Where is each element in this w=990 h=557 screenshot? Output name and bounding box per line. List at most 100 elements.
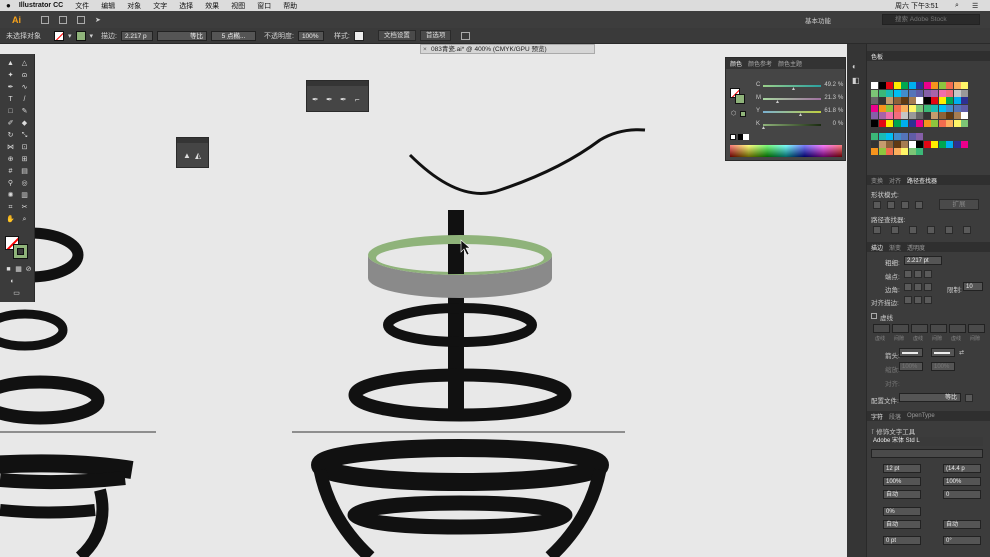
expand-button[interactable]: 扩展 [939, 199, 979, 210]
symbol-sprayer-tool-icon[interactable]: ✺ [6, 192, 15, 200]
gamut-warning-icon[interactable]: ⬡ [731, 110, 736, 117]
tab-color[interactable]: 颜色 [730, 59, 742, 68]
tab-color-themes[interactable]: 颜色主题 [778, 59, 802, 68]
dash-2[interactable] [911, 324, 928, 333]
send-icon[interactable]: ➤ [95, 16, 101, 24]
document-tab[interactable]: × 083青瓷.ai* @ 400% (CMYK/GPU 预览) [420, 44, 595, 54]
swatch-chip[interactable] [886, 82, 893, 89]
color-mode-icon[interactable]: ■ [4, 266, 13, 274]
menu-type[interactable]: 文字 [153, 1, 167, 11]
none-swatch[interactable] [730, 134, 736, 140]
divide-icon[interactable] [873, 226, 881, 234]
tab-character[interactable]: 字符 [871, 412, 883, 421]
menu-window[interactable]: 窗口 [257, 1, 271, 11]
white-swatch[interactable] [743, 134, 749, 140]
swatch-chip[interactable] [946, 104, 953, 112]
dash-3[interactable] [949, 324, 966, 333]
swatch-chip[interactable] [871, 119, 878, 127]
swatch-chip[interactable] [901, 119, 908, 127]
swatch-chip[interactable] [946, 119, 953, 127]
profile-select[interactable]: 等比 [899, 393, 961, 402]
magenta-track[interactable] [763, 98, 821, 100]
swatch-chip[interactable] [916, 112, 923, 119]
bridge-icon[interactable] [41, 15, 49, 24]
line-tool-icon[interactable]: / [20, 96, 29, 104]
swatch-chip[interactable] [886, 119, 893, 127]
swatch-chip[interactable] [908, 82, 916, 89]
tab-transform[interactable]: 变换 [871, 176, 883, 185]
swatch-chip[interactable] [878, 89, 886, 97]
panel-grip[interactable] [177, 138, 208, 143]
swatch-chip[interactable] [871, 89, 878, 97]
align-center-icon[interactable] [904, 296, 912, 304]
swatch-chip[interactable] [901, 104, 908, 112]
swatch-chip[interactable] [886, 89, 893, 97]
opacity-field[interactable]: 100% [297, 30, 324, 41]
swatch-chip[interactable] [878, 140, 886, 148]
selected-ring[interactable] [368, 235, 552, 298]
tsume-input[interactable]: 0% [883, 507, 921, 516]
black-track[interactable] [763, 124, 821, 126]
leading-input[interactable]: (14.4 p [943, 464, 981, 473]
swatch-chip[interactable] [878, 133, 886, 140]
gradient-tool-icon[interactable]: ▤ [20, 168, 29, 176]
slider-cyan[interactable]: C ▲ 49.2 % [756, 82, 844, 92]
dashed-checkbox[interactable] [871, 313, 877, 319]
free-transform-tool-icon[interactable]: ⊡ [20, 144, 29, 152]
swatch-chip[interactable] [923, 97, 931, 104]
swatch-chip[interactable] [886, 104, 893, 112]
menu-object[interactable]: 对象 [127, 1, 141, 11]
swatch-chip[interactable] [923, 89, 931, 97]
round-cap-icon[interactable] [914, 270, 922, 278]
aki-left-input[interactable]: 自动 [883, 520, 921, 529]
menu-view[interactable]: 视图 [231, 1, 245, 11]
swatch-chip[interactable] [901, 148, 908, 155]
spotlight-icon[interactable]: ⌕ [955, 2, 959, 10]
swatch-chip[interactable] [878, 82, 886, 89]
swatch-chip[interactable] [938, 97, 946, 104]
layout-icon[interactable] [59, 15, 67, 24]
eyedropper-tool-icon[interactable]: ⚲ [6, 180, 15, 188]
menu-file[interactable]: 文件 [75, 1, 89, 11]
swatch-chip[interactable] [931, 82, 938, 89]
direct-select-icon[interactable]: ◭ [195, 151, 201, 160]
slider-magenta[interactable]: M ▲ 21.3 % [756, 95, 844, 105]
style-swatch[interactable] [353, 30, 364, 41]
arrow-scale-end[interactable]: 100% [931, 362, 955, 371]
minus-back-icon[interactable] [963, 226, 971, 234]
swatch-chip[interactable] [871, 148, 878, 155]
stroke-color-box[interactable] [13, 244, 28, 259]
swatch-chip[interactable] [961, 112, 968, 119]
swatch-chip[interactable] [893, 133, 901, 140]
width-tool-icon[interactable]: ⋈ [6, 144, 15, 152]
touch-type-tool[interactable]: ⊺ 修饰文字工具 [871, 426, 915, 436]
gap-2[interactable] [930, 324, 947, 333]
swatch-chip[interactable] [908, 148, 916, 155]
font-style-select[interactable] [871, 449, 983, 458]
swatch-chip[interactable] [916, 89, 923, 97]
swatch-chip[interactable] [916, 148, 923, 155]
eraser-tool-icon[interactable]: ◆ [20, 120, 29, 128]
hand-tool-icon[interactable]: ✋ [6, 216, 15, 224]
minus-front-icon[interactable] [887, 201, 895, 209]
swatch-chip[interactable] [908, 104, 916, 112]
swatch-chip[interactable] [938, 104, 946, 112]
font-family-select[interactable]: Adobe 宋体 Std L [871, 437, 983, 446]
horizontal-scale-input[interactable]: 100% [943, 477, 981, 486]
swatch-chip[interactable] [946, 140, 953, 148]
swatch-chip[interactable] [931, 104, 938, 112]
slider-black[interactable]: K ▲ 0 % [756, 121, 844, 131]
swatch-chip[interactable] [886, 133, 893, 140]
swatch-chip[interactable] [908, 89, 916, 97]
intersect-icon[interactable] [901, 201, 909, 209]
screen-mode-icon[interactable]: ▭ [12, 290, 21, 298]
menu-help[interactable]: 帮助 [283, 1, 297, 11]
menu-edit[interactable]: 编辑 [101, 1, 115, 11]
swatch-chip[interactable] [916, 97, 923, 104]
swatch-chip[interactable] [908, 97, 916, 104]
gradient-mode-icon[interactable]: ▦ [14, 266, 23, 274]
arrow-scale-start[interactable]: 100% [899, 362, 923, 371]
gap-3[interactable] [968, 324, 985, 333]
swatch-chip[interactable] [953, 140, 961, 148]
tab-gradient[interactable]: 渐变 [889, 243, 901, 252]
